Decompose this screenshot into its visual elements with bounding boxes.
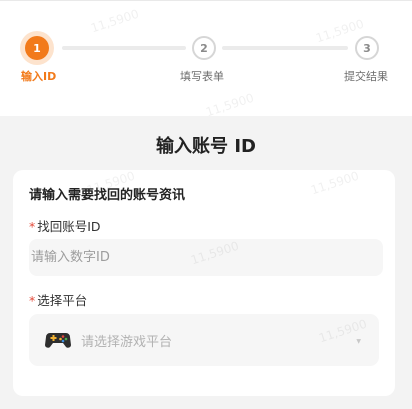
step-3-label: 提交结果 <box>344 70 388 83</box>
step-2-indicator: 2 <box>192 36 216 60</box>
account-id-label-text: 找回账号ID <box>37 219 101 234</box>
step-2-label: 填写表单 <box>180 70 224 83</box>
platform-label: * 选择平台 <box>29 290 87 309</box>
stepper-area: 1 2 3 输入ID 填写表单 提交结果 <box>0 0 412 116</box>
step-connector <box>62 46 186 50</box>
platform-select-placeholder: 请选择游戏平台 <box>81 335 173 350</box>
page-title: 输入账号 ID <box>156 136 256 157</box>
platform-label-text: 选择平台 <box>37 293 88 308</box>
required-mark: * <box>29 293 36 308</box>
step-3-indicator: 3 <box>355 36 379 60</box>
account-form-card: 请输入需要找回的账号资讯 *找回账号ID *选择平台 请选择游戏平台 ▼ <box>13 170 395 396</box>
platform-select[interactable]: 请选择游戏平台 ▼ <box>29 314 379 366</box>
required-mark: * <box>29 219 36 234</box>
step-1-indicator: 1 <box>25 36 49 60</box>
step-1-label: 输入ID <box>21 70 57 83</box>
card-heading: 请输入需要找回的账号资讯 <box>29 188 186 203</box>
gamepad-icon <box>45 333 71 348</box>
step-connector <box>222 46 348 50</box>
chevron-down-icon: ▼ <box>356 338 361 345</box>
divider <box>0 0 412 1</box>
account-id-input[interactable] <box>29 239 383 276</box>
account-id-label: * 找回账号ID <box>29 216 101 235</box>
